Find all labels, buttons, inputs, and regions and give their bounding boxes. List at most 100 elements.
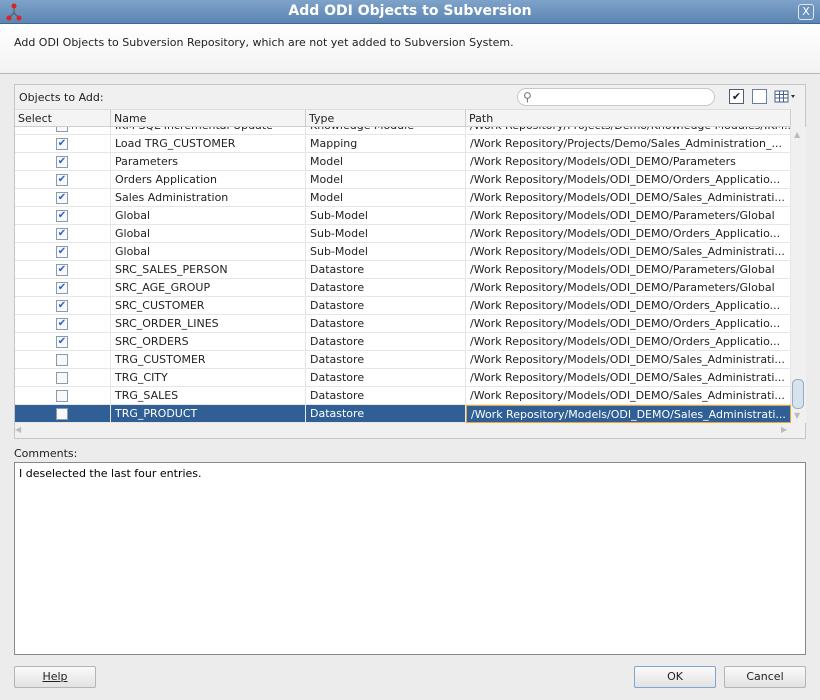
scroll-down-icon[interactable]: ▼ <box>794 411 800 420</box>
select-checkbox[interactable]: ✔ <box>56 174 68 186</box>
comments-textarea[interactable]: I deselected the last four entries. <box>14 462 806 655</box>
path-cell: /Work Repository/Models/ODI_DEMO/Sales_A… <box>466 369 791 387</box>
name-cell: Global <box>111 225 306 243</box>
select-cell: ✔ <box>15 279 111 297</box>
select-checkbox[interactable]: ✔ <box>56 192 68 204</box>
select-cell <box>15 351 111 369</box>
help-button[interactable]: Help <box>14 666 96 688</box>
select-checkbox[interactable]: ✔ <box>56 300 68 312</box>
name-cell: TRG_SALES <box>111 387 306 405</box>
select-checkbox[interactable]: ✔ <box>56 336 68 348</box>
select-checkbox[interactable]: ✔ <box>56 282 68 294</box>
cancel-button[interactable]: Cancel <box>724 666 806 688</box>
select-checkbox[interactable] <box>56 372 68 384</box>
description-text: Add ODI Objects to Subversion Repository… <box>14 36 514 49</box>
select-checkbox[interactable] <box>56 354 68 366</box>
type-cell: Model <box>306 171 466 189</box>
path-cell: /Work Repository/Models/ODI_DEMO/Orders_… <box>466 333 791 351</box>
scrollbar-thumb[interactable] <box>792 379 804 409</box>
column-header-path[interactable]: Path <box>466 110 791 127</box>
uncheck-all-icon[interactable] <box>752 89 767 104</box>
table-row[interactable]: ✔ Global Sub-Model/Work Repository/Models/… <box>15 207 791 225</box>
type-cell: Mapping <box>306 135 466 153</box>
type-cell: Datastore <box>306 261 466 279</box>
select-cell: ✔ <box>15 207 111 225</box>
name-cell: Sales Administration <box>111 189 306 207</box>
column-header-type[interactable]: Type <box>306 110 466 127</box>
select-checkbox[interactable]: ✔ <box>56 138 68 150</box>
column-header-name[interactable]: Name <box>111 110 306 127</box>
table-row[interactable]: ✔ SRC_SALES_PERSON Datastore/Work Reposito… <box>15 261 791 279</box>
table-row[interactable]: ✔ IKM SQL Incremental UpdateKnowledge Mod… <box>15 127 791 135</box>
type-cell: Sub-Model <box>306 207 466 225</box>
table-columns-icon[interactable] <box>774 89 798 104</box>
select-cell: ✔ <box>15 189 111 207</box>
table-row[interactable]: ✔ Orders Application Model/Work Repository… <box>15 171 791 189</box>
search-input[interactable]: ⚲ <box>517 88 715 106</box>
vertical-scrollbar[interactable]: ▲ ▼ <box>791 127 806 423</box>
comments-label: Comments: <box>14 447 78 460</box>
check-all-icon[interactable]: ✔ <box>729 89 744 104</box>
table-row[interactable]: ✔ SRC_CUSTOMER Datastore/Work Repository/M… <box>15 297 791 315</box>
name-cell: Global <box>111 207 306 225</box>
select-checkbox[interactable]: ✔ <box>56 246 68 258</box>
horizontal-scrollbar[interactable]: ◀ ▶ <box>15 423 791 438</box>
title-bar: Add ODI Objects to Subversion X <box>0 0 820 24</box>
name-cell: Load TRG_CUSTOMER <box>111 135 306 153</box>
type-cell: Sub-Model <box>306 225 466 243</box>
name-cell: Global <box>111 243 306 261</box>
select-checkbox[interactable]: ✔ <box>56 127 68 132</box>
scroll-up-icon[interactable]: ▲ <box>794 130 800 139</box>
type-cell: Datastore <box>306 351 466 369</box>
table-row[interactable]: ✔ SRC_ORDER_LINES Datastore/Work Repositor… <box>15 315 791 333</box>
path-cell: /Work Repository/Models/ODI_DEMO/Paramet… <box>466 153 791 171</box>
select-cell: ✔ <box>15 297 111 315</box>
name-cell: TRG_CUSTOMER <box>111 351 306 369</box>
scroll-right-icon[interactable]: ▶ <box>781 425 787 434</box>
ok-button[interactable]: OK <box>634 666 716 688</box>
table-row[interactable]: ✔ Sales Administration Model/Work Reposito… <box>15 189 791 207</box>
type-cell: Sub-Model <box>306 243 466 261</box>
type-cell: Datastore <box>306 405 466 423</box>
table-row[interactable]: ✔ SRC_ORDERS Datastore/Work Repository/Mod… <box>15 333 791 351</box>
select-checkbox[interactable]: ✔ <box>56 228 68 240</box>
name-cell: SRC_CUSTOMER <box>111 297 306 315</box>
select-checkbox[interactable]: ✔ <box>56 210 68 222</box>
name-cell: TRG_CITY <box>111 369 306 387</box>
select-checkbox[interactable]: ✔ <box>56 156 68 168</box>
path-cell: /Work Repository/Models/ODI_DEMO/Sales_A… <box>466 243 791 261</box>
table-row[interactable]: TRG_CITY Datastore/Work Repository/Models… <box>15 369 791 387</box>
select-cell: ✔ <box>15 243 111 261</box>
path-cell: /Work Repository/Models/ODI_DEMO/Sales_A… <box>466 405 791 423</box>
path-cell: /Work Repository/Models/ODI_DEMO/Paramet… <box>466 261 791 279</box>
table-row[interactable]: TRG_PRODUCT Datastore/Work Repository/Mod… <box>15 405 791 423</box>
select-checkbox[interactable]: ✔ <box>56 264 68 276</box>
path-cell: /Work Repository/Models/ODI_DEMO/Paramet… <box>466 207 791 225</box>
select-cell: ✔ <box>15 135 111 153</box>
objects-panel: Objects to Add: ⚲ ✔ Select Name Type Pat… <box>14 84 806 439</box>
table-row[interactable]: ✔ Load TRG_CUSTOMER Mapping/Work Repositor… <box>15 135 791 153</box>
select-cell: ✔ <box>15 315 111 333</box>
column-header-select[interactable]: Select <box>15 110 111 127</box>
table-row[interactable]: ✔ Global Sub-Model/Work Repository/Models/… <box>15 243 791 261</box>
scroll-left-icon[interactable]: ◀ <box>15 425 21 434</box>
name-cell: IKM SQL Incremental Update <box>111 127 306 135</box>
table-row[interactable]: ✔ Global Sub-Model/Work Repository/Models/… <box>15 225 791 243</box>
objects-to-add-label: Objects to Add: <box>19 91 104 104</box>
table-row[interactable]: TRG_CUSTOMER Datastore/Work Repository/Mo… <box>15 351 791 369</box>
table-header: Select Name Type Path <box>15 109 791 127</box>
path-cell: /Work Repository/Projects/Demo/Knowledge… <box>466 127 791 135</box>
path-cell: /Work Repository/Models/ODI_DEMO/Sales_A… <box>466 351 791 369</box>
table-row[interactable]: TRG_SALES Datastore/Work Repository/Model… <box>15 387 791 405</box>
table-row[interactable]: ✔ SRC_AGE_GROUP Datastore/Work Repository/… <box>15 279 791 297</box>
type-cell: Datastore <box>306 369 466 387</box>
type-cell: Model <box>306 153 466 171</box>
select-checkbox[interactable] <box>56 408 68 420</box>
close-button[interactable]: X <box>798 4 814 20</box>
path-cell: /Work Repository/Models/ODI_DEMO/Orders_… <box>466 297 791 315</box>
select-checkbox[interactable] <box>56 390 68 402</box>
name-cell: Orders Application <box>111 171 306 189</box>
select-cell: ✔ <box>15 225 111 243</box>
table-row[interactable]: ✔ Parameters Model/Work Repository/Models/… <box>15 153 791 171</box>
select-checkbox[interactable]: ✔ <box>56 318 68 330</box>
